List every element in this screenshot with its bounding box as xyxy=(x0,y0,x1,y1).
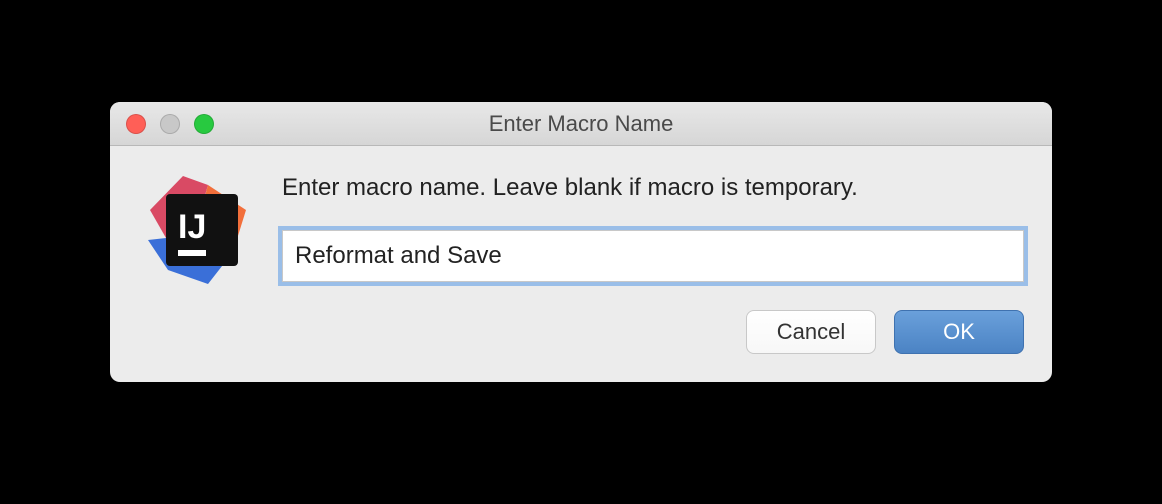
dialog-content: IJ Enter macro name. Leave blank if macr… xyxy=(110,146,1052,382)
zoom-window-button[interactable] xyxy=(194,114,214,134)
dialog-title: Enter Macro Name xyxy=(110,111,1052,137)
close-window-button[interactable] xyxy=(126,114,146,134)
macro-name-input-wrapper xyxy=(282,230,1024,282)
minimize-window-button[interactable] xyxy=(160,114,180,134)
dialog-main: Enter macro name. Leave blank if macro i… xyxy=(282,170,1024,354)
prompt-text: Enter macro name. Leave blank if macro i… xyxy=(282,174,1024,202)
enter-macro-name-dialog: Enter Macro Name IJ Enter macro name. Le… xyxy=(110,102,1052,382)
svg-text:IJ: IJ xyxy=(178,208,206,246)
titlebar: Enter Macro Name xyxy=(110,102,1052,146)
cancel-button[interactable]: Cancel xyxy=(746,310,876,354)
intellij-idea-icon: IJ xyxy=(138,170,258,290)
ok-button[interactable]: OK xyxy=(894,310,1024,354)
window-controls xyxy=(110,114,214,134)
button-row: Cancel OK xyxy=(282,310,1024,354)
macro-name-input[interactable] xyxy=(282,230,1024,282)
